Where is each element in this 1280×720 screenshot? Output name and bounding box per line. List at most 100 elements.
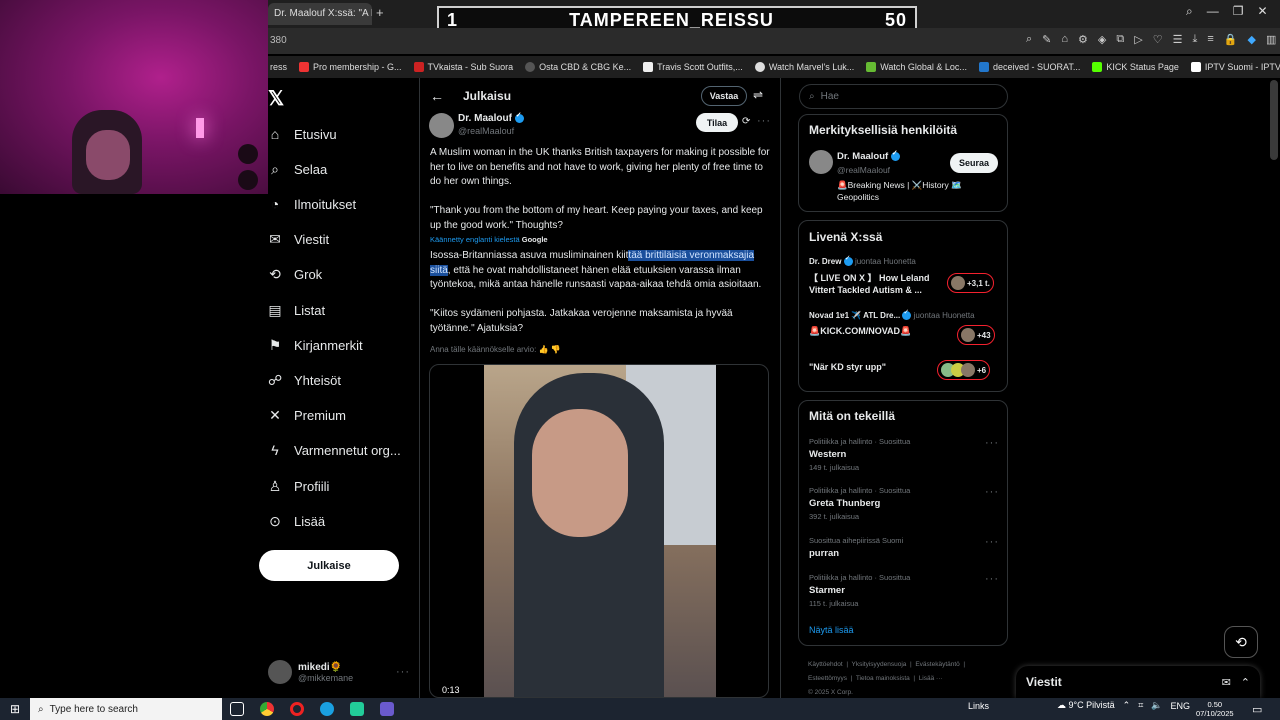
live-listeners[interactable]: +3,1 t. [947, 273, 994, 293]
discord-icon[interactable] [372, 698, 402, 720]
bookmark-item[interactable]: Travis Scott Outfits,... [643, 62, 743, 72]
live-listeners[interactable]: +43 [957, 325, 995, 345]
subscribe-button[interactable]: Tilaa [696, 113, 738, 132]
windows-start-icon[interactable]: ⊞ [0, 702, 30, 716]
zoom-icon[interactable]: ⌕ [1026, 33, 1032, 46]
clock[interactable]: 0.50 07/10/2025 [1196, 700, 1234, 718]
relevant-handle[interactable]: @realMaalouf [837, 165, 890, 175]
translation-label[interactable]: Käännetty englanti kielestä [430, 235, 520, 244]
edit-icon[interactable]: ✎ [1042, 33, 1051, 46]
notifications-icon[interactable]: ▭ [1252, 703, 1262, 716]
show-more-link[interactable]: Näytä lisää [809, 625, 854, 635]
task-view-icon[interactable] [222, 698, 252, 720]
avatar[interactable] [429, 113, 454, 138]
more-options-icon[interactable]: ··· [985, 573, 999, 585]
footer-link[interactable]: Esteettömyys [808, 675, 847, 682]
lock-icon[interactable]: 🔒 [1224, 33, 1238, 46]
close-icon[interactable]: ✕ [1258, 4, 1268, 19]
more-options-icon[interactable]: ··· [396, 666, 410, 678]
chevron-up-icon[interactable]: ⌃ [1123, 700, 1131, 711]
back-arrow-icon[interactable]: ← [430, 88, 444, 104]
footer-link[interactable]: Tietoa mainoksista [856, 675, 910, 682]
more-options-icon[interactable]: ··· [757, 115, 771, 127]
url-text[interactable]: 380 [270, 35, 287, 46]
avatar[interactable] [809, 150, 833, 174]
nav-item-communities[interactable]: ☍ Yhteisöt [268, 372, 341, 389]
relevant-name[interactable]: Dr. Maalouf [837, 149, 900, 162]
nav-item-notifications[interactable]: ◔ Ilmoitukset [268, 196, 356, 212]
more-options-icon[interactable]: ··· [985, 536, 999, 548]
chrome-icon[interactable] [252, 698, 282, 720]
trend-item[interactable]: Politiikka ja hallinto · Suosittua Greta… [809, 486, 999, 521]
minimize-icon[interactable]: — [1207, 4, 1219, 19]
post-button[interactable]: Julkaise [259, 550, 399, 581]
extensions-icon[interactable]: ⧉ [1116, 33, 1124, 46]
nav-item-explore[interactable]: ⌕ Selaa [268, 161, 327, 178]
trend-item[interactable]: Politiikka ja hallinto · Suosittua Weste… [809, 437, 999, 472]
browser-tab[interactable]: Dr. Maalouf X:ssä: "A Mu ✕ [268, 3, 372, 25]
thumbs-down-icon[interactable]: 👎 [551, 345, 561, 354]
nav-item-premium[interactable]: ✕ Premium [268, 407, 346, 424]
nav-item-messages[interactable]: ✉ Viestit [268, 231, 329, 248]
nav-item-bookmarks[interactable]: ⚑ Kirjanmerkit [268, 337, 363, 354]
more-options-icon[interactable]: ··· [985, 486, 999, 498]
weather-widget[interactable]: ☁ 9°C Pilvistä [1057, 700, 1115, 711]
new-message-icon[interactable]: ✉ [1222, 676, 1231, 689]
menu-icon[interactable]: ≡ [1207, 33, 1213, 46]
bookmark-item[interactable]: deceived - SUORAT... [978, 62, 1080, 72]
bookmark-item[interactable]: TVkaista - Sub Suora [413, 62, 513, 72]
shield-icon[interactable]: ◈ [1098, 33, 1106, 46]
language-indicator[interactable]: ENG [1171, 701, 1191, 711]
download-icon[interactable]: ⤓ [1192, 33, 1197, 46]
nav-item-profile[interactable]: ♙ Profiili [268, 478, 330, 495]
bookmark-item[interactable]: Osta CBD & CBG Ke... [525, 62, 631, 72]
bookmark-item[interactable]: Pro membership - G... [299, 62, 402, 72]
expand-icon[interactable]: ⌃ [1241, 676, 1250, 689]
nav-item-more[interactable]: ⊙ Lisää [268, 513, 325, 530]
volume-icon[interactable]: 🔈 [1151, 700, 1162, 711]
taskbar-search-input[interactable]: ⌕ Type here to search [30, 698, 222, 720]
grok-icon[interactable]: ⟲ [1224, 626, 1258, 658]
nav-item-lists[interactable]: ▤ Listat [268, 302, 325, 319]
author-handle[interactable]: @realMaalouf [458, 126, 514, 136]
scrollbar[interactable] [1270, 80, 1278, 160]
collections-icon[interactable]: ☰ [1173, 33, 1183, 46]
new-tab-icon[interactable]: + [376, 5, 384, 20]
heart-icon[interactable]: ♡ [1153, 33, 1163, 46]
sidebar-icon[interactable]: ▥ [1266, 33, 1276, 46]
nav-item-grok[interactable]: ⟲ Grok [268, 266, 322, 283]
account-switcher[interactable]: mikedi🌻 @mikkemane ··· [268, 656, 418, 688]
settings-sliders-icon[interactable]: ⇌ [753, 88, 763, 102]
bookmark-item[interactable]: Watch Marvel's Luk... [754, 62, 854, 72]
app-icon[interactable] [342, 698, 372, 720]
copilot-icon[interactable]: ◆ [1247, 33, 1255, 46]
nav-item-home[interactable]: ⌂ Etusivu [268, 126, 337, 142]
live-title[interactable]: "När KD styr upp" [809, 362, 886, 372]
trend-item[interactable]: Suosittua aihepiirissä Suomi purran ··· [809, 536, 999, 559]
reply-button[interactable]: Vastaa [701, 86, 747, 106]
maximize-icon[interactable]: ❐ [1233, 4, 1244, 19]
links-toolbar[interactable]: Links [968, 701, 989, 711]
trend-item[interactable]: Politiikka ja hallinto · Suosittua Starm… [809, 573, 999, 608]
bookmark-item[interactable]: IPTV Suomi - IPTV v... [1190, 62, 1280, 72]
follow-button[interactable]: Seuraa [950, 153, 998, 173]
search-input[interactable]: ⌕ Hae [799, 84, 1008, 109]
live-title[interactable]: 🚨KICK.COM/NOVAD🚨 [809, 326, 939, 337]
messages-drawer[interactable]: Viestit ✉ ⌃ [1016, 666, 1260, 698]
nav-item-verified-orgs[interactable]: ϟ Varmennetut org... [268, 442, 400, 458]
bookmark-item[interactable]: Watch Global & Loc... [866, 62, 967, 72]
opera-icon[interactable] [282, 698, 312, 720]
footer-link[interactable]: Evästekäytäntö [915, 661, 959, 668]
search-icon[interactable]: ⌕ [1186, 4, 1193, 19]
settings-icon[interactable]: ⚙ [1078, 33, 1088, 46]
home-icon[interactable]: ⌂ [1061, 33, 1068, 46]
live-listeners[interactable]: +6 [937, 360, 991, 380]
network-icon[interactable]: ⌗ [1138, 700, 1143, 711]
bookmark-item[interactable]: ress [270, 62, 287, 72]
post-video[interactable]: 0:13 [429, 364, 769, 698]
footer-link[interactable]: Käyttöehdot [808, 661, 843, 668]
edge-icon[interactable] [312, 698, 342, 720]
thumbs-up-icon[interactable]: 👍 [539, 345, 549, 354]
author-name[interactable]: Dr. Maalouf [458, 111, 524, 124]
footer-link[interactable]: Lisää ··· [919, 675, 943, 682]
